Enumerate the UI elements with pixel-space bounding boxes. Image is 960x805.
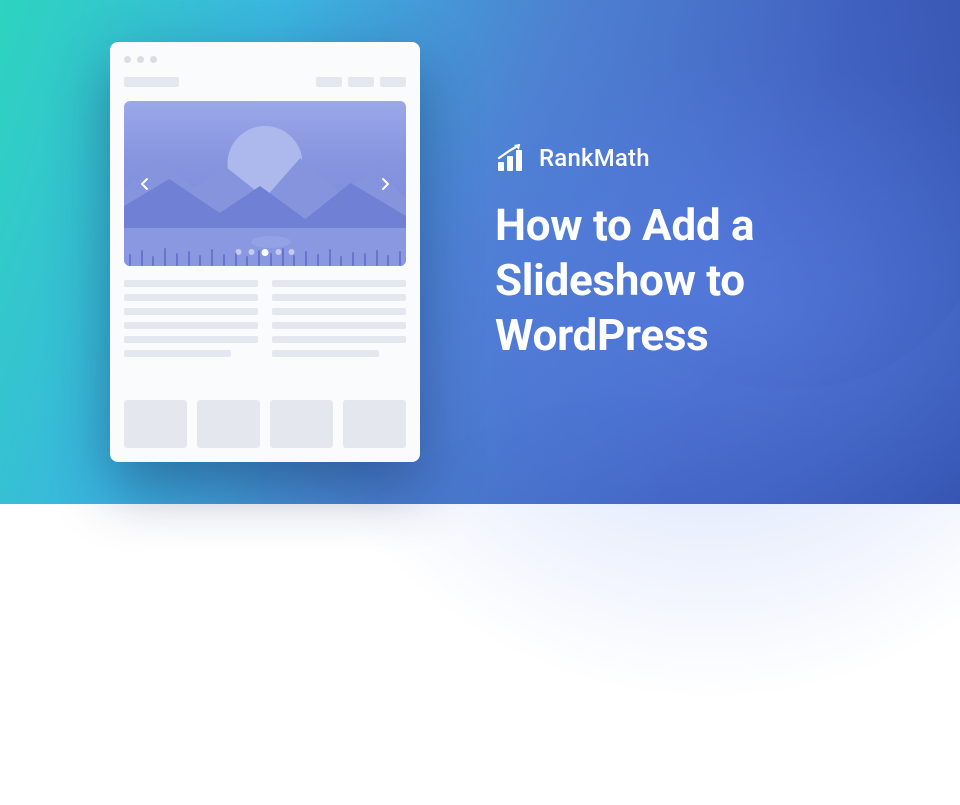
- mock-thumbnails: [124, 400, 406, 448]
- thumbnail-placeholder: [197, 400, 260, 448]
- mock-menu-item: [348, 77, 374, 87]
- text-placeholder: [124, 280, 258, 287]
- main-container: RankMath How to Add a Slideshow to WordP…: [0, 0, 960, 504]
- window-dot: [150, 56, 157, 63]
- mock-logo-placeholder: [124, 77, 179, 87]
- mock-menu-item: [316, 77, 342, 87]
- text-placeholder: [124, 322, 258, 329]
- dot[interactable]: [249, 249, 255, 255]
- dot-active[interactable]: [262, 249, 269, 256]
- prev-arrow-icon[interactable]: [138, 177, 152, 191]
- thumbnail-placeholder: [270, 400, 333, 448]
- text-placeholder: [124, 294, 258, 301]
- text-placeholder: [272, 336, 406, 343]
- mock-menu: [316, 77, 406, 87]
- mock-nav: [124, 77, 406, 87]
- window-dot: [124, 56, 131, 63]
- text-placeholder: [272, 294, 406, 301]
- mock-text-columns: [124, 280, 406, 357]
- slideshow-dots: [236, 249, 295, 256]
- rankmath-logo-icon: [495, 142, 527, 174]
- text-placeholder: [272, 322, 406, 329]
- text-placeholder: [272, 350, 379, 357]
- mock-column: [272, 280, 406, 357]
- next-arrow-icon[interactable]: [378, 177, 392, 191]
- browser-mockup: [110, 42, 420, 462]
- page-title: How to Add a Slideshow to WordPress: [495, 198, 900, 363]
- text-placeholder: [124, 308, 258, 315]
- dot[interactable]: [289, 249, 295, 255]
- window-controls: [124, 56, 406, 63]
- mock-column: [124, 280, 258, 357]
- dot[interactable]: [236, 249, 242, 255]
- dot[interactable]: [276, 249, 282, 255]
- window-dot: [137, 56, 144, 63]
- text-placeholder: [124, 350, 231, 357]
- text-placeholder: [124, 336, 258, 343]
- slideshow-illustration: [124, 101, 406, 266]
- thumbnail-placeholder: [343, 400, 406, 448]
- brand-name: RankMath: [539, 144, 650, 172]
- text-placeholder: [272, 280, 406, 287]
- brand-row: RankMath: [495, 142, 900, 174]
- text-placeholder: [272, 308, 406, 315]
- thumbnail-placeholder: [124, 400, 187, 448]
- mock-menu-item: [380, 77, 406, 87]
- text-content: RankMath How to Add a Slideshow to WordP…: [495, 142, 900, 363]
